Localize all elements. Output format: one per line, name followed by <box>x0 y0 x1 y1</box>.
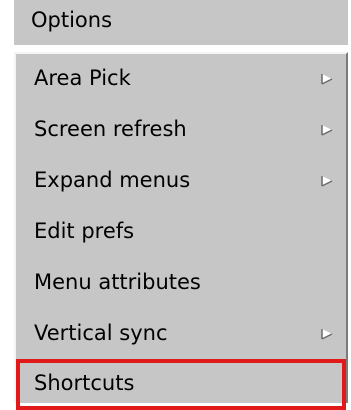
menu-item-label: Screen refresh <box>34 117 187 141</box>
options-menu-title-label: Options <box>31 8 113 32</box>
menu-item-menu-attributes[interactable]: Menu attributes <box>16 258 346 309</box>
submenu-arrow-icon <box>321 74 333 85</box>
menu-item-screen-refresh[interactable]: Screen refresh <box>16 105 346 156</box>
menu-item-edit-prefs[interactable]: Edit prefs <box>16 207 346 258</box>
options-menu-panel: Area Pick Screen refresh Expand menus Ed… <box>14 52 348 410</box>
submenu-arrow-icon <box>321 125 333 136</box>
submenu-arrow-icon <box>321 329 333 340</box>
menu-item-expand-menus[interactable]: Expand menus <box>16 156 346 207</box>
menu-item-label: Edit prefs <box>34 219 135 243</box>
menu-item-label: Area Pick <box>34 66 131 90</box>
menu-item-shortcuts[interactable]: Shortcuts <box>16 359 346 410</box>
menu-item-area-pick[interactable]: Area Pick <box>16 54 346 105</box>
menu-item-label: Shortcuts <box>34 371 135 395</box>
options-menu-title[interactable]: Options <box>14 0 348 47</box>
menu-item-vertical-sync[interactable]: Vertical sync <box>16 309 346 360</box>
menu-item-label: Vertical sync <box>34 321 168 345</box>
menu-item-label: Expand menus <box>34 168 191 192</box>
submenu-arrow-icon <box>321 176 333 187</box>
menu-item-label: Menu attributes <box>34 270 201 294</box>
